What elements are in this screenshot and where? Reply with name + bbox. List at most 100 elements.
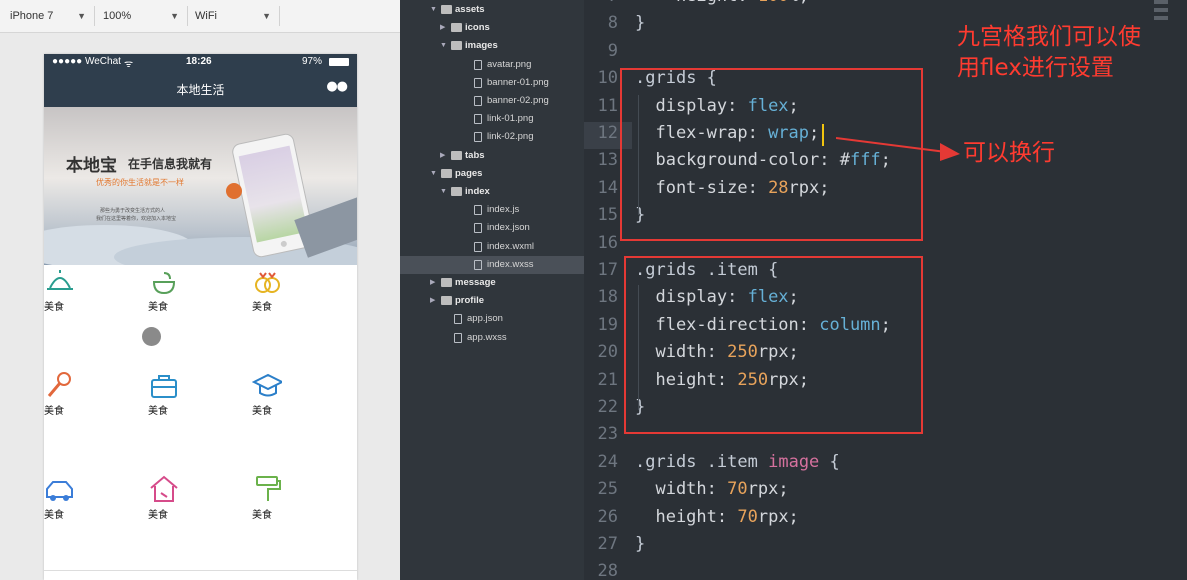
tree-folder[interactable]: ▶ message [400,274,584,292]
line-number: 26 [597,506,618,527]
chevron-down-icon[interactable]: ▼ [440,37,447,55]
tree-file[interactable]: app.wxss [400,329,584,347]
tree-item-label: link-01.png [487,113,534,125]
house-icon [150,475,178,502]
device-select[interactable]: iPhone 7 ▼ [4,5,92,27]
folder-icon [441,168,452,178]
toolbar-divider [187,6,188,26]
tree-folder[interactable]: ▼ index [400,183,584,201]
file-icon [454,314,462,325]
line-number: 13 [597,150,618,171]
tree-folder[interactable]: ▶ profile [400,292,584,310]
tree-item-label: index.json [487,222,530,234]
code-token: rpx; [757,506,799,527]
grid-item[interactable]: 美食 [252,473,312,521]
grid-item-label: 美食 [148,302,168,313]
annotation-note: 九宫格我们可以使 用flex进行设置 [957,22,1141,84]
grid-item[interactable]: 美食 [148,265,208,313]
tree-item-label: app.wxss [467,331,507,343]
tree-folder[interactable]: ▶ tabs [400,147,584,165]
tree-folder[interactable]: ▼ pages [400,165,584,183]
more-menu-icon[interactable]: ●● [326,79,348,94]
annotation-line: 九宫格我们可以使 [957,24,1141,50]
grid-item-label: 美食 [252,406,272,417]
bowl-icon [152,272,176,295]
chevron-right-icon[interactable]: ▶ [430,292,435,310]
grid-item[interactable]: 美食 [252,369,312,417]
chevron-right-icon[interactable]: ▶ [440,19,445,37]
chevron-right-icon[interactable]: ▶ [430,274,435,292]
zoom-select-value: 100% [103,10,132,22]
tree-item-label: index.wxml [487,240,534,252]
grid-item[interactable]: 美食 [148,369,208,417]
tree-file[interactable]: link-02.png [400,128,584,146]
tree-folder[interactable]: ▶ icons [400,19,584,37]
folder-icon [451,23,462,33]
code-token: { [819,451,840,472]
line-number: 10 [597,68,618,89]
tree-file[interactable]: app.json [400,310,584,328]
tree-item-label: link-02.png [487,131,534,143]
grid-item[interactable]: 美食 [148,473,208,521]
tree-item-label: profile [455,295,485,307]
file-icon [474,96,482,106]
code-token: 70 [737,506,758,527]
chevron-down-icon[interactable]: ▼ [440,183,447,201]
code-token: . [635,451,646,472]
status-bar: ●●●●● WeChat ᯤ 18:26 97% [44,54,357,71]
paint-roller-icon [256,476,281,501]
tree-file[interactable]: index.wxss [400,255,584,274]
code-token: 100 [758,0,789,6]
folder-icon [451,150,462,160]
code-line: .grids .item image { [635,452,840,472]
file-icon [474,77,482,88]
banner-subtitle: 优秀的你生活就是不一样 [96,178,184,187]
chevron-right-icon[interactable]: ▶ [440,147,445,165]
line-number: 20 [597,342,618,363]
annotation-line: 用flex进行设置 [957,55,1114,81]
zoom-select[interactable]: 100% ▼ [97,5,185,27]
line-number: 15 [597,205,618,226]
folder-icon [451,187,462,196]
tree-file[interactable]: banner-01.png [400,74,584,92]
tree-file[interactable]: index.wxml [400,238,584,256]
banner-caption: 我们在这里等着你，欢迎加入本地宝 [96,216,177,222]
tree-item-label: assets [455,4,485,15]
tab-bar-divider [44,570,357,571]
tree-file[interactable]: banner-02.png [400,92,584,110]
tree-file[interactable]: avatar.png [400,56,584,74]
grid-container: 美食 美食 美食 美食 美食 美食 美食 美食 美食 [44,265,357,580]
line-number: 24 [597,451,618,472]
file-icon [474,59,482,70]
chevron-down-icon[interactable]: ▼ [430,1,437,19]
folder-icon [451,41,462,51]
file-icon [454,332,462,343]
tree-folder[interactable]: ▼ images [400,37,584,55]
line-number: 23 [597,424,618,445]
tree-item-label: tabs [465,149,485,161]
line-number: 18 [597,287,618,308]
clock: 18:26 [186,56,212,67]
code-token: grids [645,451,707,472]
carrier-label: ●●●●● WeChat [52,56,121,67]
arrow-icon [836,137,960,161]
tree-file[interactable]: link-01.png [400,110,584,128]
banner-image[interactable]: 本地宝 在手信息我就有 优秀的你生活就是不一样 那些为勇于改变生活方式的人 我们… [44,107,357,265]
grid-item[interactable]: 美食 [44,265,104,313]
grid-item[interactable]: 美食 [44,369,104,417]
line-number: 28 [597,561,618,580]
network-select[interactable]: WiFi ▼ [189,5,277,27]
file-icon [474,114,482,125]
grid-item-label: 美食 [44,510,64,521]
grid-item[interactable]: 美食 [44,473,104,521]
code-editor[interactable]: 7 height: 100%;8}910.grids {11 display: … [584,0,1187,580]
tree-folder[interactable]: ▼ assets [400,1,584,19]
tree-file[interactable]: index.json [400,219,584,237]
line-number: 16 [597,232,618,253]
wifi-icon: ᯤ [124,59,134,70]
chevron-down-icon[interactable]: ▼ [430,165,437,183]
minimap-icon [1154,0,1168,20]
tree-file[interactable]: index.js [400,201,584,219]
grid-item[interactable]: 美食 [252,265,312,313]
briefcase-icon [151,375,177,398]
